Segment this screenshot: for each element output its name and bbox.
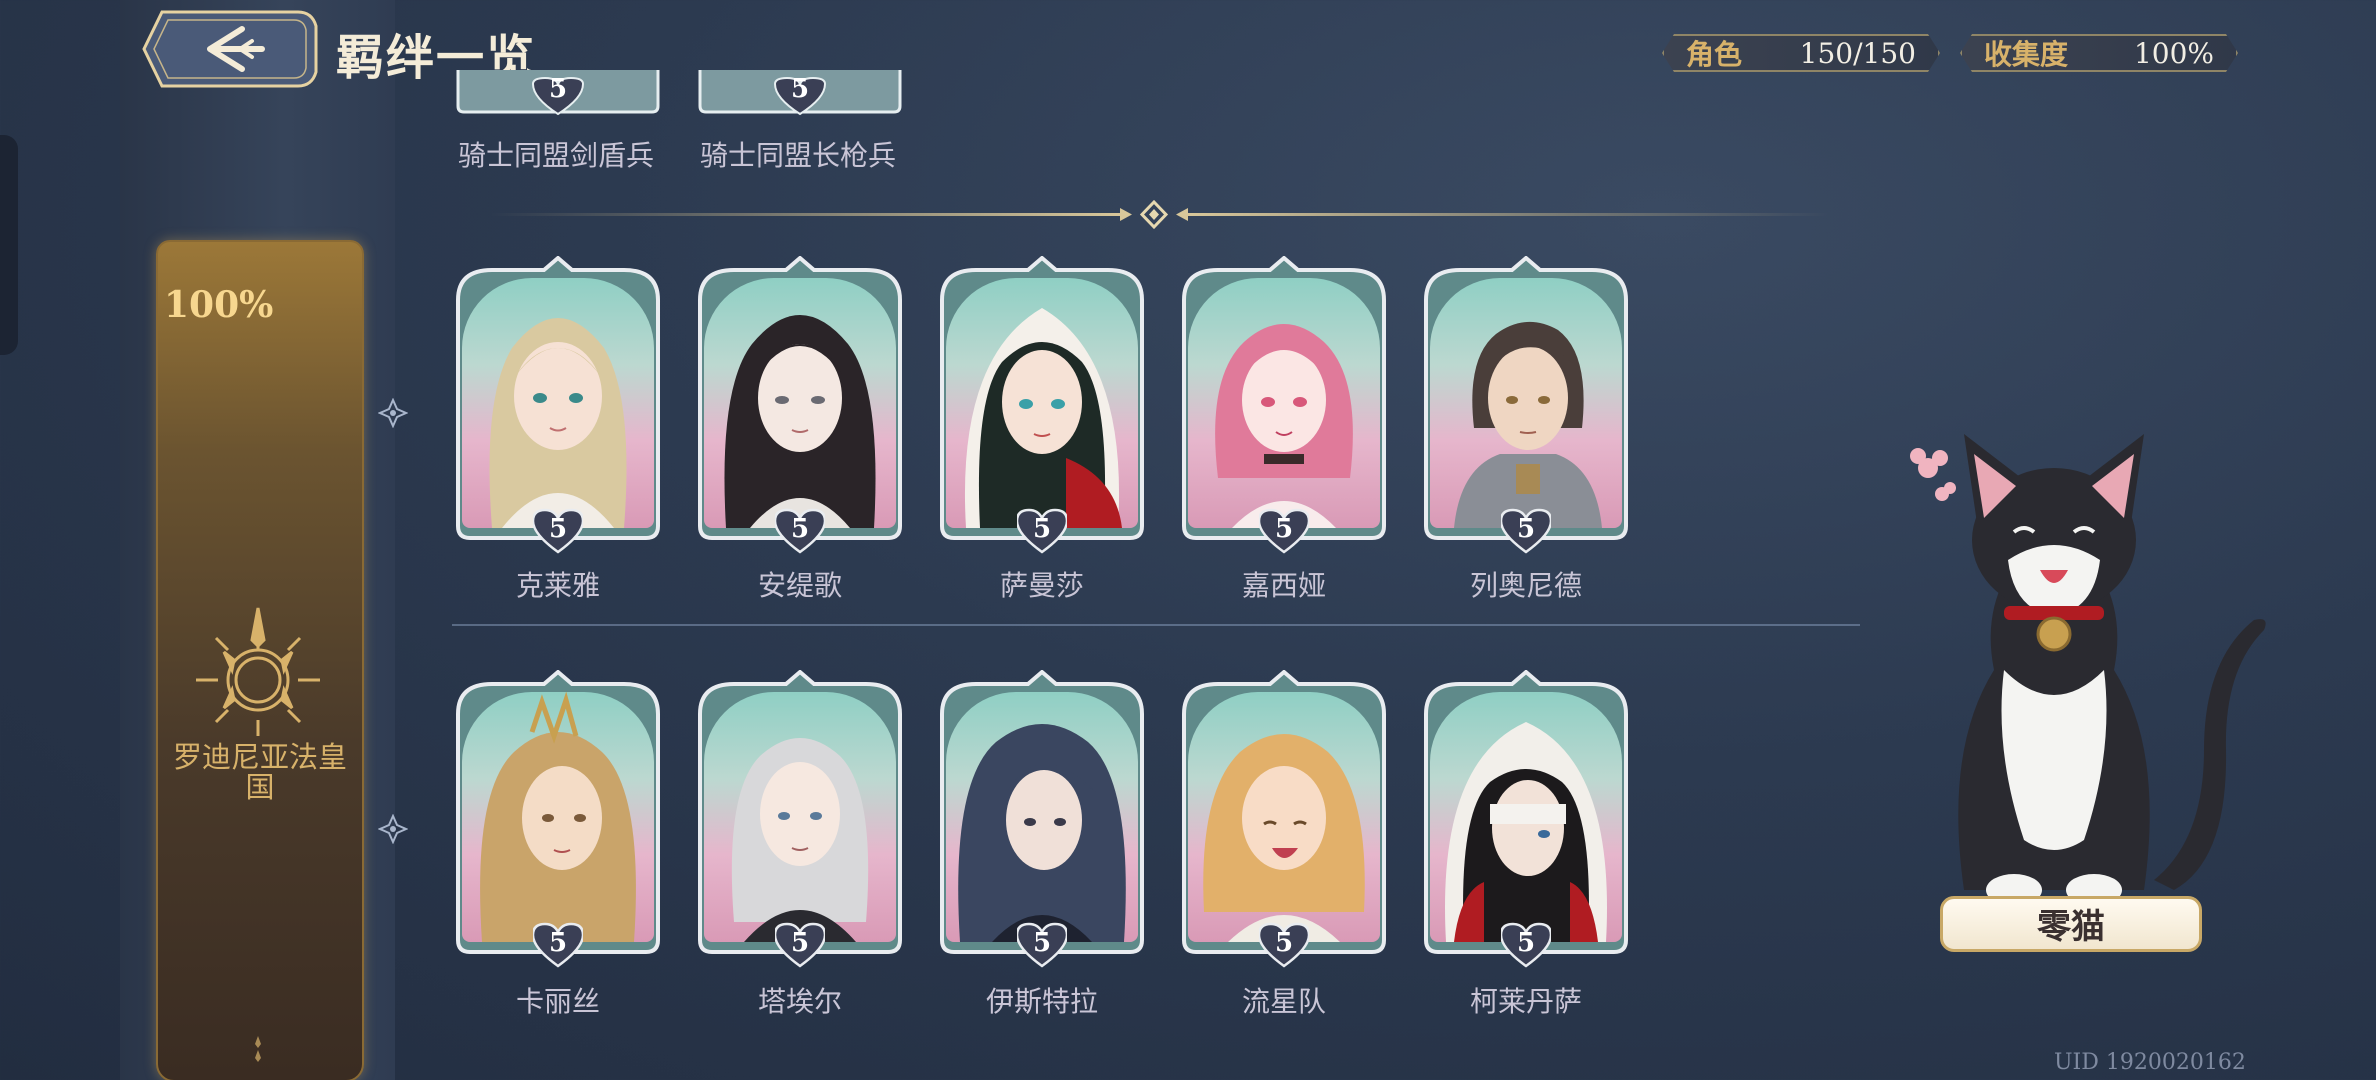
character-card-partial[interactable]: 5 (694, 70, 906, 120)
character-name: 萨曼莎 (999, 569, 1084, 602)
row-marker-icon (377, 813, 409, 845)
character-level: 5 (1516, 514, 1536, 544)
row-divider (452, 624, 1860, 626)
character-portrait (704, 278, 896, 528)
back-button[interactable] (140, 6, 320, 92)
character-card[interactable]: 5 (936, 670, 1148, 968)
left-edge-tab (0, 135, 18, 355)
character-name: 伊斯特拉 (985, 985, 1098, 1018)
character-level: 5 (1032, 928, 1052, 958)
character-name: 柯莱丹萨 (1469, 985, 1582, 1018)
character-level: 5 (1274, 514, 1294, 544)
character-name: 骑士同盟剑盾兵 (458, 139, 655, 172)
character-count-badge: 角色 150/150 (1662, 34, 1940, 72)
character-name: 流星队 (1241, 985, 1326, 1018)
character-card[interactable]: 5 (1420, 256, 1632, 554)
cat-companion-figure[interactable] (1904, 420, 2274, 910)
character-level: 5 (790, 928, 810, 958)
character-name: 塔埃尔 (757, 985, 842, 1018)
character-card[interactable]: 5 (694, 670, 906, 968)
character-card[interactable]: 5 (1420, 670, 1632, 968)
character-portrait (462, 278, 654, 528)
collection-rate-badge: 收集度 100% (1960, 34, 2238, 72)
collection-rate-value: 100% (2133, 36, 2214, 70)
faction-name: 罗迪尼亚法皇国 (172, 740, 347, 804)
faction-ornament-icon (246, 1034, 270, 1064)
character-card[interactable]: 5 (694, 256, 906, 554)
collection-rate-label: 收集度 (1984, 38, 2069, 71)
character-name: 嘉西娅 (1241, 569, 1326, 602)
character-portrait (946, 692, 1138, 942)
character-name: 卡丽丝 (515, 985, 600, 1018)
character-level: 5 (1274, 928, 1294, 958)
character-count-value: 150/150 (1799, 36, 1916, 70)
user-id-label: UID 1920020162 (2054, 1050, 2246, 1075)
character-level: 5 (1516, 928, 1536, 958)
character-name: 骑士同盟长枪兵 (700, 139, 897, 172)
character-portrait (462, 692, 654, 942)
character-portrait (1188, 278, 1380, 528)
faction-emblem-icon (188, 600, 328, 740)
character-card-partial[interactable]: 5 (452, 70, 664, 120)
character-level: 5 (790, 514, 810, 544)
character-card[interactable]: 5 (1178, 256, 1390, 554)
character-portrait (1430, 278, 1622, 528)
character-card[interactable]: 5 (452, 670, 664, 968)
character-name: 安缇歌 (757, 569, 842, 602)
companion-nameplate: 零猫 (1940, 896, 2202, 952)
character-level: 5 (548, 928, 568, 958)
character-portrait (1430, 692, 1622, 942)
character-level: 5 (790, 74, 810, 104)
character-level: 5 (1032, 514, 1052, 544)
faction-completion-percent: 100% (164, 284, 274, 326)
character-portrait (704, 692, 896, 942)
character-portrait (946, 278, 1138, 528)
character-level: 5 (548, 74, 568, 104)
character-name: 列奥尼德 (1469, 569, 1582, 602)
character-portrait (1188, 692, 1380, 942)
section-divider-ornament (490, 198, 1830, 232)
character-name: 克莱雅 (515, 569, 600, 602)
back-arrow-icon (142, 10, 318, 88)
row-marker-icon (377, 397, 409, 429)
character-count-label: 角色 (1686, 38, 1743, 71)
character-card[interactable]: 5 (1178, 670, 1390, 968)
character-card[interactable]: 5 (936, 256, 1148, 554)
character-level: 5 (548, 514, 568, 544)
character-card[interactable]: 5 (452, 256, 664, 554)
